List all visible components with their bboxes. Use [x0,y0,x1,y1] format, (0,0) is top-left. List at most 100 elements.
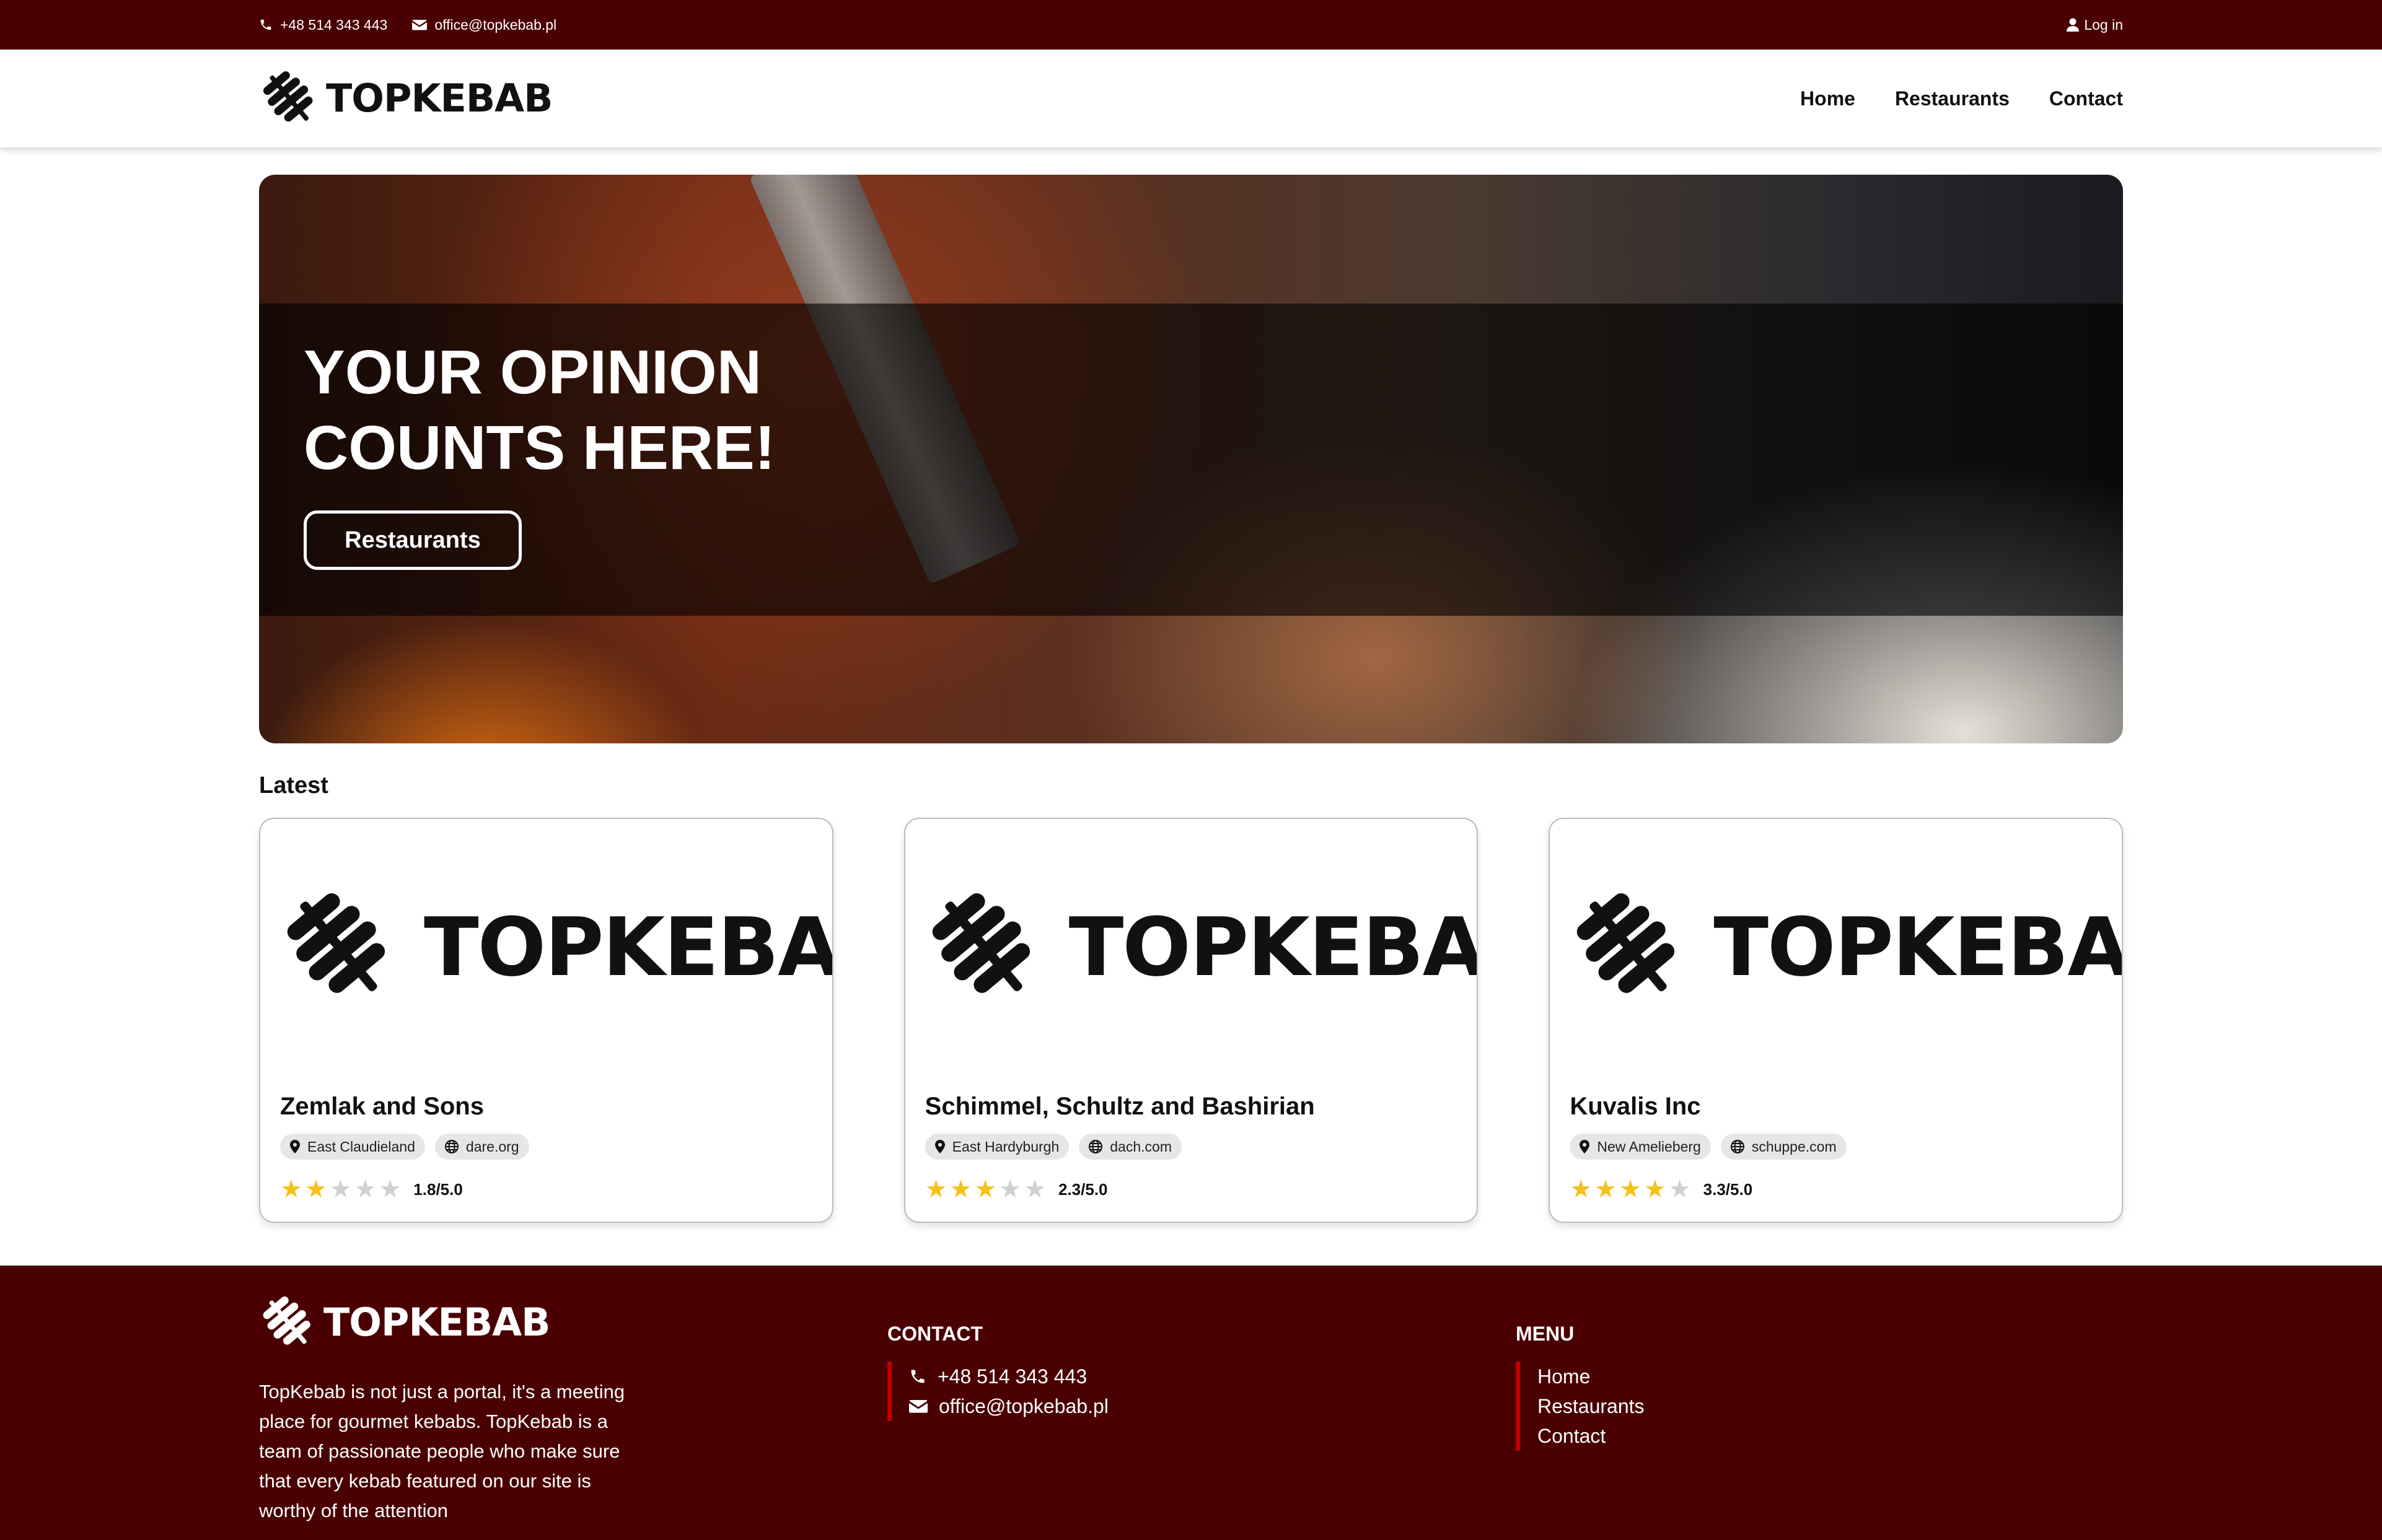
restaurant-card[interactable]: TOPKEBAB Kuvalis Inc New Amelieberg schu… [1549,818,2124,1223]
footer-phone-text: +48 514 343 443 [938,1365,1088,1388]
website-chip[interactable]: schuppe.com [1720,1134,1847,1160]
website-text: schuppe.com [1751,1138,1837,1155]
rating: ★ ★ ★ ★ ★ 2.3/5.0 [925,1177,1108,1202]
kebab-logo-icon [924,888,1042,1006]
location-pin-icon [934,1140,945,1153]
footer-menu-list: Home Restaurants Contact [1516,1362,1645,1451]
restaurant-name[interactable]: Schimmel, Schultz and Bashirian [925,1093,1315,1121]
star-icon: ★ [354,1176,377,1203]
brand-name: TOPKEBAB [326,76,553,121]
top-email[interactable]: office@topkebab.pl [412,17,556,33]
kebab-logo-icon [279,888,397,1006]
login-label: Log in [2084,16,2123,33]
kebab-logo-icon [1568,888,1686,1006]
restaurant-chips: East Hardyburgh dach.com [925,1134,1182,1160]
nav-home[interactable]: Home [1800,87,1855,110]
star-icon: ★ [1668,1176,1691,1203]
location-chip: East Hardyburgh [925,1134,1070,1160]
footer-menu: MENU Home Restaurants Contact [1516,1294,1645,1451]
footer-logo[interactable]: TOPKEBAB [259,1294,631,1351]
header-logo[interactable]: TOPKEBAB [259,69,553,128]
website-text: dach.com [1110,1138,1172,1155]
footer-phone[interactable]: +48 514 343 443 [909,1362,1109,1391]
restaurant-chips: New Amelieberg schuppe.com [1570,1134,1847,1160]
login-link[interactable]: Log in [2067,17,2123,33]
nav-contact[interactable]: Contact [2049,87,2123,110]
website-chip[interactable]: dare.org [434,1134,529,1160]
star-icon: ★ [1024,1176,1046,1203]
phone-icon [911,1370,925,1383]
card-logo: TOPKEBAB [1568,888,2124,1006]
restaurant-card[interactable]: TOPKEBAB Schimmel, Schultz and Bashirian… [903,818,1479,1223]
top-phone[interactable]: +48 514 343 443 [259,17,387,33]
restaurant-card[interactable]: TOPKEBAB Zemlak and Sons East Claudielan… [259,818,833,1223]
footer-description: TopKebab is not just a portal, it's a me… [259,1381,625,1521]
restaurant-chips: East Claudieland dare.org [280,1134,529,1160]
envelope-icon [909,1400,928,1413]
latest-title: Latest [259,772,328,798]
card-logo-text: TOPKEBAB [424,900,833,994]
hero-title-line2: COUNTS HERE! [304,413,776,483]
top-bar: +48 514 343 443 office@topkebab.pl Log i… [0,0,2382,50]
restaurant-name[interactable]: Zemlak and Sons [280,1093,484,1121]
star-icon: ★ [329,1176,352,1203]
star-icon: ★ [304,1176,327,1203]
location-pin-icon [1580,1140,1590,1153]
latest-cards: TOPKEBAB Zemlak and Sons East Claudielan… [259,818,2124,1223]
top-contacts: +48 514 343 443 office@topkebab.pl [259,17,556,33]
website-text: dare.org [465,1138,519,1155]
footer-menu-restaurants[interactable]: Restaurants [1537,1391,1645,1421]
card-logo: TOPKEBAB [924,888,1479,1006]
restaurant-name[interactable]: Kuvalis Inc [1570,1093,1700,1121]
hero-title: YOUR OPINION COUNTS HERE! [304,335,861,486]
rating: ★ ★ ★ ★ ★ 3.3/5.0 [1570,1177,1752,1202]
main-nav: Home Restaurants Contact [1800,87,2123,110]
kebab-logo-icon [259,69,319,128]
card-logo-text: TOPKEBAB [1068,900,1479,994]
hero-title-line1: YOUR OPINION [304,338,762,407]
footer-email[interactable]: office@topkebab.pl [909,1391,1109,1421]
globe-icon [1730,1140,1744,1153]
star-icon: ★ [1594,1176,1617,1203]
envelope-icon [412,20,428,30]
globe-icon [1089,1140,1103,1153]
hero-banner: YOUR OPINION COUNTS HERE! Restaurants [259,175,2123,743]
top-phone-text: +48 514 343 443 [280,16,388,33]
location-chip: New Amelieberg [1570,1134,1711,1160]
star-icon: ★ [1619,1176,1641,1203]
star-icon: ★ [379,1176,402,1203]
location-text: East Claudieland [307,1138,415,1155]
site-header: TOPKEBAB Home Restaurants Contact [0,50,2382,147]
website-chip[interactable]: dach.com [1079,1134,1182,1160]
hero-restaurants-button[interactable]: Restaurants [304,510,522,570]
star-icon: ★ [949,1176,972,1203]
rating: ★ ★ ★ ★ ★ 1.8/5.0 [280,1177,463,1202]
footer-brand: TOPKEBAB TopKebab is not just a portal, … [259,1294,631,1526]
footer-menu-home[interactable]: Home [1537,1362,1645,1391]
card-logo: TOPKEBAB [279,888,833,1006]
rating-value: 2.3/5.0 [1058,1179,1108,1199]
location-chip: East Claudieland [280,1134,425,1160]
star-icon: ★ [925,1176,947,1203]
footer-contact-heading: CONTACT [887,1323,983,1345]
rating-value: 3.3/5.0 [1703,1179,1753,1199]
location-text: East Hardyburgh [952,1138,1060,1155]
star-icon: ★ [280,1176,302,1203]
footer-menu-contact[interactable]: Contact [1537,1421,1645,1451]
star-icon: ★ [999,1176,1022,1203]
footer-brand-name: TOPKEBAB [323,1300,550,1345]
top-email-text: office@topkebab.pl [434,16,557,33]
phone-icon [260,19,271,30]
footer-email-text: office@topkebab.pl [939,1395,1109,1417]
globe-icon [444,1140,459,1153]
footer-contact: CONTACT +48 514 343 443 office@topkebab.… [887,1294,1109,1421]
nav-restaurants[interactable]: Restaurants [1895,87,2010,110]
rating-value: 1.8/5.0 [413,1179,463,1199]
main-content: YOUR OPINION COUNTS HERE! Restaurants La… [259,175,2124,1223]
user-icon [2067,18,2080,32]
location-pin-icon [290,1140,300,1153]
footer-contact-list: +48 514 343 443 office@topkebab.pl [887,1362,1109,1421]
card-logo-text: TOPKEBAB [1713,900,2124,994]
star-icon: ★ [1570,1176,1593,1203]
site-footer: TOPKEBAB TopKebab is not just a portal, … [0,1266,2382,1540]
